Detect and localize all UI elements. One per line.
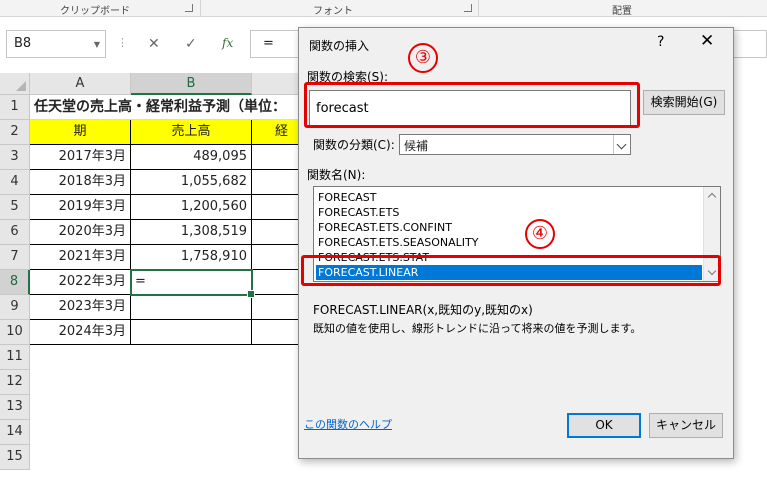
period-cell[interactable]: 2024年3月 xyxy=(30,320,131,345)
period-cell[interactable]: 2022年3月 xyxy=(30,270,131,295)
function-list-label: 関数名(N): xyxy=(307,168,366,182)
row-header[interactable]: 8 xyxy=(0,270,30,295)
formula-bar-grip-icon: ⋮ xyxy=(117,36,128,49)
row-header[interactable]: 4 xyxy=(0,170,30,195)
sales-cell[interactable]: 1,308,519 xyxy=(131,220,252,245)
ribbon-separator xyxy=(200,0,201,17)
font-launcher-icon[interactable] xyxy=(464,4,472,12)
sales-cell[interactable]: 489,095 xyxy=(131,145,252,170)
ribbon-group-font: フォント xyxy=(313,6,353,17)
dialog-title: 関数の挿入 xyxy=(309,39,370,53)
category-label: 関数の分類(C): xyxy=(313,138,395,152)
enter-entry-icon[interactable]: ✓ xyxy=(185,36,197,52)
chevron-down-icon[interactable]: ▼ xyxy=(94,40,100,49)
help-icon[interactable]: ? xyxy=(657,34,664,50)
search-button[interactable]: 検索開始(G) xyxy=(643,90,725,115)
name-box[interactable]: B8 ▼ xyxy=(6,30,106,58)
sales-cell[interactable]: 1,055,682 xyxy=(131,170,252,195)
function-description: 既知の値を使用し、線形トレンドに沿って将来の値を予測します。 xyxy=(313,322,642,335)
cancel-button[interactable]: キャンセル xyxy=(649,413,723,438)
ribbon-group-clipboard: クリップボード xyxy=(60,6,130,17)
period-cell[interactable]: 2023年3月 xyxy=(30,295,131,320)
step-3-marker: ③ xyxy=(408,43,438,73)
ok-button[interactable]: OK xyxy=(567,413,641,438)
row-header[interactable]: 9 xyxy=(0,295,30,320)
row-header[interactable]: 11 xyxy=(0,345,30,370)
ribbon-group-bar: クリップボード フォント 配置 xyxy=(0,0,767,17)
cancel-entry-icon[interactable]: ✕ xyxy=(148,36,160,52)
function-list-item[interactable]: FORECAST.ETS xyxy=(318,205,399,220)
period-cell[interactable]: 2021年3月 xyxy=(30,245,131,270)
row-header[interactable]: 6 xyxy=(0,220,30,245)
category-select[interactable]: 候補 xyxy=(399,134,631,155)
row-header[interactable]: 1 xyxy=(0,95,30,120)
column-header-b[interactable]: B xyxy=(131,73,252,95)
row-header[interactable]: 2 xyxy=(0,120,30,145)
row-header[interactable]: 15 xyxy=(0,445,30,470)
column-header-a[interactable]: A xyxy=(30,73,131,95)
function-highlight-box xyxy=(301,255,721,286)
name-box-value: B8 xyxy=(14,36,32,51)
sales-cell[interactable] xyxy=(131,295,252,320)
period-cell[interactable]: 2018年3月 xyxy=(30,170,131,195)
sales-cell[interactable] xyxy=(131,320,252,345)
clipboard-launcher-icon[interactable] xyxy=(185,4,193,12)
function-help-link[interactable]: この関数のヘルプ xyxy=(304,416,392,432)
period-cell[interactable]: 2017年3月 xyxy=(30,145,131,170)
row-header[interactable]: 5 xyxy=(0,195,30,220)
row-header[interactable]: 3 xyxy=(0,145,30,170)
sales-cell[interactable]: 1,200,560 xyxy=(131,195,252,220)
row-header[interactable]: 7 xyxy=(0,245,30,270)
step-4-marker: ④ xyxy=(525,219,555,249)
insert-function-icon[interactable]: fx xyxy=(222,36,233,50)
period-cell[interactable]: 2019年3月 xyxy=(30,195,131,220)
period-cell[interactable]: 2020年3月 xyxy=(30,220,131,245)
function-list-item[interactable]: FORECAST.ETS.CONFINT xyxy=(318,220,452,235)
chevron-down-icon[interactable] xyxy=(613,135,630,154)
close-icon[interactable]: ✕ xyxy=(700,31,714,51)
row-header[interactable]: 10 xyxy=(0,320,30,345)
function-list-item[interactable]: FORECAST xyxy=(318,190,377,205)
header-cell-sales[interactable]: 売上高 xyxy=(131,120,252,145)
row-header[interactable]: 13 xyxy=(0,395,30,420)
ribbon-group-alignment: 配置 xyxy=(612,6,632,17)
category-value: 候補 xyxy=(404,139,429,153)
row-header[interactable]: 12 xyxy=(0,370,30,395)
row-header[interactable]: 14 xyxy=(0,420,30,445)
sales-cell[interactable]: 1,758,910 xyxy=(131,245,252,270)
ribbon-separator xyxy=(478,0,479,17)
function-list-item[interactable]: FORECAST.ETS.SEASONALITY xyxy=(318,235,479,250)
scroll-up-icon[interactable] xyxy=(707,192,717,202)
header-cell-period[interactable]: 期 xyxy=(30,120,131,145)
sales-cell[interactable]: = xyxy=(131,270,252,295)
function-syntax: FORECAST.LINEAR(x,既知のy,既知のx) xyxy=(313,303,533,317)
select-all-button[interactable] xyxy=(0,73,30,95)
search-highlight-box xyxy=(304,82,640,128)
